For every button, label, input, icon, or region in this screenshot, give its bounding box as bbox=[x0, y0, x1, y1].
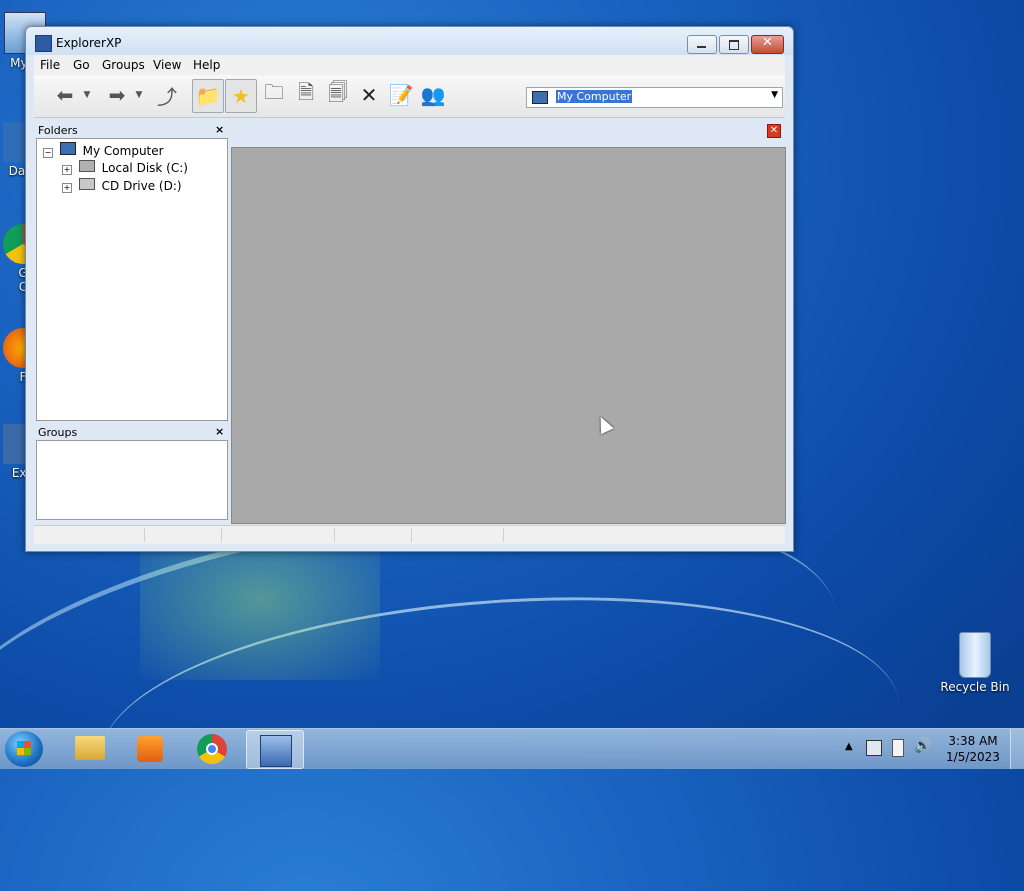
folders-panel-close-button[interactable]: × bbox=[215, 123, 224, 136]
explorerxp-app-icon bbox=[260, 735, 292, 767]
close-icon: ✕ bbox=[769, 125, 779, 136]
move-to-button[interactable]: 🗎 bbox=[291, 79, 321, 111]
tree-item-my-computer[interactable]: − My Computer bbox=[43, 142, 164, 158]
dropdown-arrow-icon: ▼ bbox=[83, 90, 91, 100]
expand-icon[interactable]: + bbox=[62, 165, 72, 175]
new-folder-button[interactable]: 🗀 bbox=[259, 79, 289, 111]
copy-icon: 🗐 bbox=[328, 80, 348, 104]
address-value[interactable]: My Computer bbox=[556, 90, 633, 103]
groups-list[interactable] bbox=[36, 440, 228, 520]
recycle-bin-icon bbox=[959, 632, 991, 678]
title-bar[interactable]: ExplorerXP ✕ bbox=[26, 27, 793, 55]
show-desktop-button[interactable] bbox=[1010, 729, 1024, 769]
address-combobox[interactable]: My Computer ▼ bbox=[526, 87, 783, 108]
forward-arrow-icon: ➡ bbox=[108, 83, 126, 107]
collapse-icon[interactable]: − bbox=[43, 148, 53, 158]
properties-button[interactable]: 📝 bbox=[386, 79, 416, 111]
copy-to-button[interactable]: 🗐 bbox=[323, 79, 353, 111]
clock-time: 3:38 AM bbox=[948, 734, 998, 748]
tree-item-cd-drive[interactable]: + CD Drive (D:) bbox=[62, 178, 182, 193]
star-icon: ★ bbox=[232, 84, 250, 108]
expand-icon[interactable]: + bbox=[62, 183, 72, 193]
up-folder-button[interactable]: ⤴ bbox=[152, 79, 182, 111]
folders-tree: − My Computer + Local Disk (C:) + CD Dri… bbox=[36, 138, 228, 421]
folder-icon bbox=[75, 736, 105, 760]
menu-go[interactable]: Go bbox=[73, 58, 90, 72]
back-arrow-icon: ⬅ bbox=[56, 83, 74, 107]
show-hidden-icons-button[interactable]: ▲ bbox=[845, 741, 853, 752]
move-icon: 🗎 bbox=[297, 80, 315, 104]
chevron-down-icon[interactable]: ▼ bbox=[771, 90, 778, 100]
cd-drive-icon bbox=[78, 178, 95, 190]
status-bar bbox=[34, 525, 785, 544]
menu-bar: File Go Groups View Help bbox=[34, 55, 785, 75]
windows-logo-icon bbox=[17, 741, 31, 755]
computer-icon bbox=[532, 91, 548, 104]
taskbar-explorerxp[interactable] bbox=[246, 730, 304, 769]
status-divider bbox=[503, 528, 504, 542]
menu-file[interactable]: File bbox=[40, 58, 60, 72]
media-player-icon bbox=[137, 736, 163, 762]
start-button[interactable] bbox=[5, 731, 43, 767]
desktop-icon-recycle-bin[interactable]: Recycle Bin bbox=[940, 632, 1010, 694]
close-button[interactable]: ✕ bbox=[751, 35, 784, 54]
taskbar-chrome[interactable] bbox=[184, 730, 240, 767]
menu-groups[interactable]: Groups bbox=[102, 58, 145, 72]
up-folder-icon: ⤴ bbox=[157, 84, 177, 109]
folders-panel-title: Folders bbox=[38, 124, 78, 137]
close-pane-button[interactable]: ✕ bbox=[767, 124, 781, 138]
status-divider bbox=[221, 528, 222, 542]
forward-button[interactable]: ➡ bbox=[102, 79, 132, 111]
folders-toggle-button[interactable]: 📁 bbox=[192, 79, 224, 113]
computer-icon bbox=[59, 142, 76, 155]
taskbar-file-explorer[interactable] bbox=[62, 730, 118, 767]
hard-disk-icon bbox=[78, 160, 95, 172]
chrome-icon bbox=[197, 734, 227, 764]
status-divider bbox=[334, 528, 335, 542]
back-button[interactable]: ⬅ bbox=[50, 79, 80, 111]
minimize-button[interactable] bbox=[687, 35, 717, 54]
back-dropdown-button[interactable]: ▼ bbox=[80, 79, 94, 111]
groups-panel-title: Groups bbox=[38, 426, 78, 439]
groups-panel-close-button[interactable]: × bbox=[215, 425, 224, 438]
dropdown-arrow-icon: ▼ bbox=[135, 90, 143, 100]
taskbar-media-player[interactable] bbox=[122, 730, 178, 767]
menu-help[interactable]: Help bbox=[193, 58, 220, 72]
delete-button[interactable]: ✕ bbox=[354, 79, 384, 111]
favorites-toggle-button[interactable]: ★ bbox=[225, 79, 257, 113]
explorerxp-window: ExplorerXP ✕ File Go Groups View Help ⬅ … bbox=[25, 26, 794, 552]
action-center-icon[interactable] bbox=[892, 739, 904, 757]
volume-icon[interactable]: 🔊 bbox=[914, 738, 931, 754]
close-icon: ✕ bbox=[762, 35, 773, 50]
folder-icon: 📁 bbox=[195, 84, 221, 108]
users-button[interactable]: 👥 bbox=[418, 79, 448, 111]
tree-item-local-disk[interactable]: + Local Disk (C:) bbox=[62, 160, 188, 175]
status-divider bbox=[144, 528, 145, 542]
maximize-button[interactable] bbox=[719, 35, 749, 54]
maximize-icon bbox=[729, 40, 739, 50]
status-divider bbox=[411, 528, 412, 542]
system-clock[interactable]: 3:38 AM 1/5/2023 bbox=[946, 734, 1000, 764]
users-icon: 👥 bbox=[420, 83, 446, 107]
minimize-icon bbox=[697, 46, 706, 48]
clock-date: 1/5/2023 bbox=[946, 750, 1000, 764]
network-icon[interactable] bbox=[866, 740, 882, 756]
new-folder-icon: 🗀 bbox=[264, 80, 284, 104]
menu-view[interactable]: View bbox=[153, 58, 181, 72]
properties-icon: 📝 bbox=[388, 83, 414, 107]
app-icon bbox=[35, 35, 52, 52]
window-title: ExplorerXP bbox=[56, 36, 122, 50]
taskbar: ▲ 🔊 3:38 AM 1/5/2023 bbox=[0, 728, 1024, 769]
forward-dropdown-button[interactable]: ▼ bbox=[132, 79, 146, 111]
delete-x-icon: ✕ bbox=[360, 83, 378, 107]
file-list-area[interactable] bbox=[231, 147, 786, 524]
